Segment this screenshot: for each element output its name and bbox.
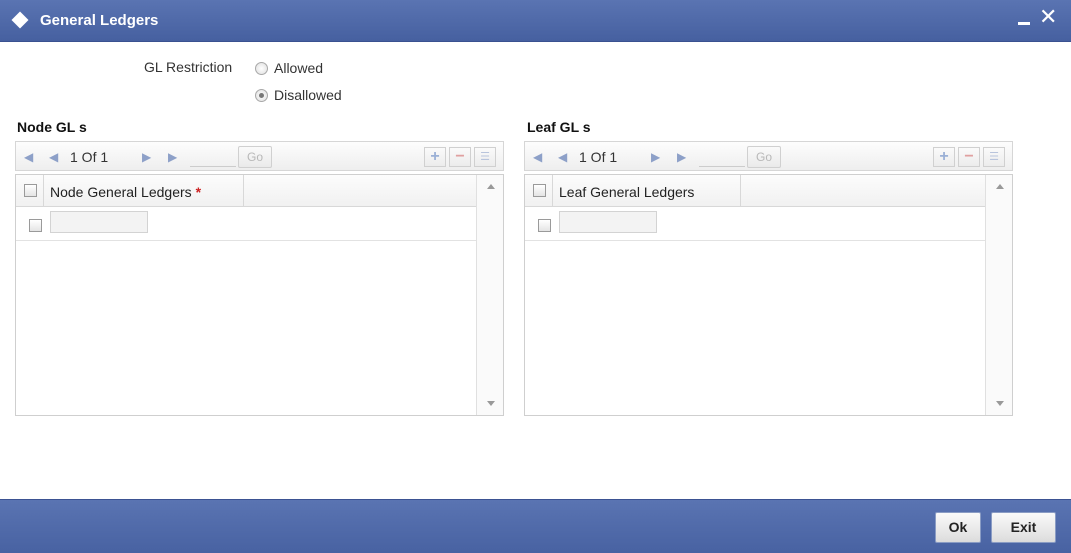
leaf-gl-input[interactable] [559, 211, 657, 233]
table-row [525, 208, 985, 241]
scroll-down-icon[interactable] [996, 401, 1004, 406]
page-indicator: 1 Of 1 [70, 149, 109, 165]
last-page-icon[interactable]: ▶ [677, 150, 686, 164]
add-row-icon[interactable]: + [424, 147, 446, 167]
vertical-scrollbar[interactable] [476, 175, 503, 415]
first-page-icon[interactable]: ◀ [24, 150, 33, 164]
page-number-input[interactable] [190, 147, 236, 167]
node-gls-grid: Node General Ledgers * [15, 174, 504, 416]
node-gls-toolbar: ◀ ◀ 1 Of 1 ▶ ▶ Go + − ☰ [15, 141, 504, 171]
window-footer [0, 499, 1071, 553]
window-title: General Ledgers [40, 12, 159, 29]
scroll-up-icon[interactable] [996, 184, 1004, 189]
column-divider [43, 175, 44, 206]
select-all-checkbox[interactable] [533, 184, 546, 197]
first-page-icon[interactable]: ◀ [533, 150, 542, 164]
vertical-scrollbar[interactable] [985, 175, 1012, 415]
radio-disallowed-label: Disallowed [274, 87, 342, 103]
exit-button[interactable]: Exit [991, 512, 1056, 543]
node-gl-input[interactable] [50, 211, 148, 233]
go-button[interactable]: Go [238, 146, 272, 168]
add-row-icon[interactable]: + [933, 147, 955, 167]
leaf-gls-toolbar: ◀ ◀ 1 Of 1 ▶ ▶ Go + − ☰ [524, 141, 1013, 171]
column-header-node-general-ledgers: Node General Ledgers * [50, 184, 201, 200]
delete-row-icon[interactable]: − [449, 147, 471, 167]
delete-row-icon[interactable]: − [958, 147, 980, 167]
leaf-gls-title: Leaf GL s [527, 119, 591, 135]
grid-header: Leaf General Ledgers [525, 175, 985, 207]
radio-disallowed-circle[interactable] [255, 88, 268, 102]
scroll-down-icon[interactable] [487, 401, 495, 406]
last-page-icon[interactable]: ▶ [168, 150, 177, 164]
column-header-label: Node General Ledgers [50, 184, 192, 200]
leaf-gls-grid: Leaf General Ledgers [524, 174, 1013, 416]
ok-button[interactable]: Ok [935, 512, 981, 543]
node-gls-title: Node GL s [17, 119, 87, 135]
select-all-checkbox[interactable] [24, 184, 37, 197]
radio-allowed-circle[interactable] [255, 61, 268, 75]
required-marker: * [195, 184, 202, 200]
next-page-icon[interactable]: ▶ [142, 150, 151, 164]
next-page-icon[interactable]: ▶ [651, 150, 660, 164]
column-divider [552, 175, 553, 206]
row-options-icon[interactable]: ☰ [474, 147, 496, 167]
gl-restriction-label: GL Restriction [144, 59, 233, 75]
prev-page-icon[interactable]: ◀ [558, 150, 567, 164]
row-checkbox[interactable] [29, 219, 42, 232]
page-number-input[interactable] [699, 147, 745, 167]
leaf-gls-panel: ◀ ◀ 1 Of 1 ▶ ▶ Go + − ☰ Leaf General Led… [524, 141, 1013, 416]
diamond-icon [11, 11, 29, 29]
prev-page-icon[interactable]: ◀ [49, 150, 58, 164]
column-divider [243, 175, 244, 206]
row-checkbox[interactable] [538, 219, 551, 232]
radio-allowed[interactable]: Allowed [255, 60, 323, 76]
column-divider [740, 175, 741, 206]
window-titlebar: General Ledgers ✕ [0, 0, 1071, 42]
page-indicator: 1 Of 1 [579, 149, 618, 165]
radio-disallowed[interactable]: Disallowed [255, 87, 342, 103]
scroll-up-icon[interactable] [487, 184, 495, 189]
table-row [16, 208, 476, 241]
grid-header: Node General Ledgers * [16, 175, 476, 207]
go-button[interactable]: Go [747, 146, 781, 168]
row-options-icon[interactable]: ☰ [983, 147, 1005, 167]
node-gls-panel: ◀ ◀ 1 Of 1 ▶ ▶ Go + − ☰ Node General Led… [15, 141, 504, 416]
close-icon[interactable]: ✕ [1039, 6, 1057, 28]
radio-allowed-label: Allowed [274, 60, 324, 76]
column-header-leaf-general-ledgers: Leaf General Ledgers [559, 184, 695, 200]
minimize-icon[interactable] [1018, 22, 1030, 25]
